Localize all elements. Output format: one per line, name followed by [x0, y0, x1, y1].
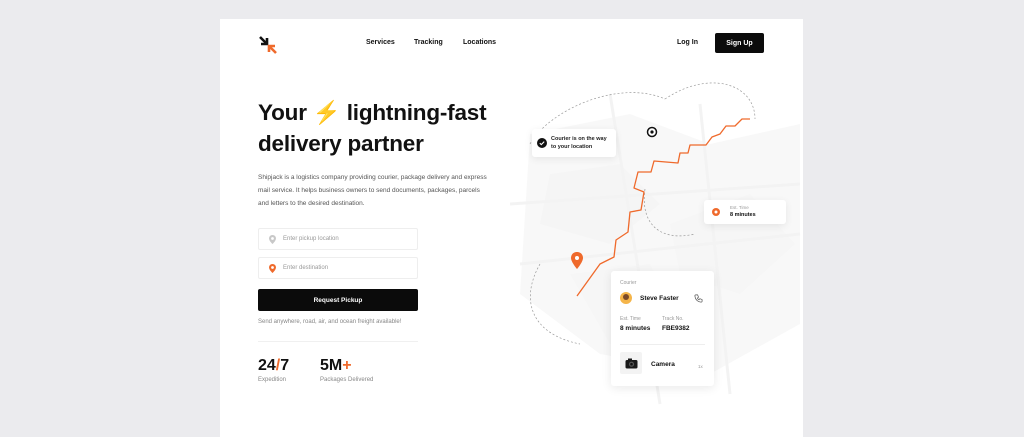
lightning-icon: ⚡ [312, 100, 341, 125]
courier-panel: Courier Steve Faster Est. Time 8 minutes… [611, 271, 714, 386]
freight-tagline: Send anywhere, road, air, and ocean frei… [258, 319, 402, 325]
track-no-label: Track No. [662, 316, 684, 322]
est-time-label: Est. Time [620, 316, 641, 322]
camera-icon [625, 358, 637, 368]
destination-pin-icon [269, 263, 276, 273]
eta-bubble: Est. Time 8 minutes [704, 200, 786, 224]
nav-services[interactable]: Services [366, 39, 395, 46]
check-circle-icon [537, 138, 547, 148]
signup-button[interactable]: Sign Up [715, 33, 764, 53]
item-quantity: 1x [698, 364, 703, 369]
eta-value: 8 minutes [730, 212, 756, 218]
destination-input[interactable]: Enter destination [258, 257, 418, 279]
avatar [620, 292, 632, 304]
destination-placeholder: Enter destination [283, 265, 329, 271]
courier-label: Courier [620, 280, 637, 286]
stat-packages-label: Packages Delivered [320, 377, 374, 383]
landing-card: Services Tracking Locations Log In Sign … [220, 19, 803, 437]
stat-expedition-number-end: 7 [280, 357, 290, 374]
pickup-input[interactable]: Enter pickup location [258, 228, 418, 250]
headline-part2: lightning-fast [340, 100, 487, 125]
item-name: Camera [651, 361, 675, 368]
route-arc-top [664, 82, 756, 120]
location-pin-icon [269, 234, 276, 244]
phone-icon[interactable] [694, 294, 703, 303]
est-time-value: 8 minutes [620, 325, 651, 332]
courier-name: Steve Faster [640, 295, 679, 302]
panel-divider [620, 344, 705, 345]
destination-marker [646, 126, 658, 138]
track-no-value: FBE9382 [662, 325, 690, 332]
headline-part1: Your [258, 100, 313, 125]
stat-expedition-number: 24 [258, 357, 276, 374]
headline-line2: delivery partner [258, 131, 424, 156]
courier-status-bubble: Courier is on the way to your location [532, 129, 616, 157]
camera-thumbnail [620, 352, 642, 374]
stat-packages-number: 5M [320, 357, 343, 374]
stat-expedition-value: 24/7 [258, 357, 289, 375]
stat-packages-value: 5M+ [320, 357, 352, 375]
divider [258, 341, 418, 342]
stat-packages-accent: + [342, 357, 352, 374]
nav-locations[interactable]: Locations [463, 39, 496, 46]
eta-label: Est. Time [730, 205, 749, 210]
login-link[interactable]: Log In [677, 39, 698, 46]
request-pickup-button[interactable]: Request Pickup [258, 289, 418, 311]
courier-status-line1: Courier is on the way [551, 136, 607, 142]
nav-tracking[interactable]: Tracking [414, 39, 443, 46]
eta-dot-icon [712, 208, 720, 216]
logo-icon[interactable] [258, 35, 278, 55]
hero-description: Shipjack is a logistics company providin… [258, 174, 487, 207]
stat-expedition-label: Expedition [258, 377, 287, 383]
courier-status-text: Courier is on the way to your location [551, 135, 607, 151]
courier-status-line2: to your location [551, 144, 593, 150]
pickup-placeholder: Enter pickup location [283, 236, 339, 242]
hero-headline: Your ⚡ lightning-fast delivery partner [258, 97, 508, 159]
